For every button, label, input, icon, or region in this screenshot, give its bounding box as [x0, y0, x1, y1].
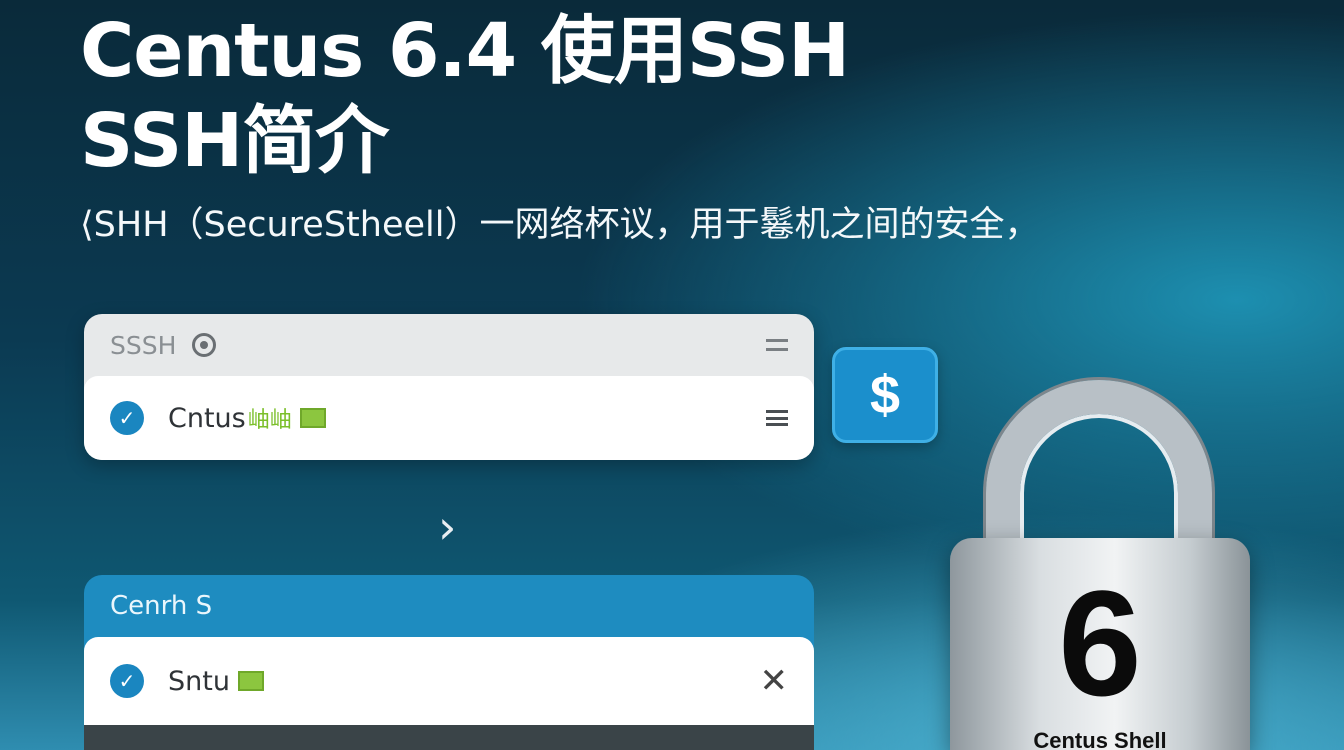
green-box-icon: [299, 408, 326, 428]
headline: Centus 6.4 使用SSH SSH简介: [80, 6, 850, 186]
padlock-digit: 6: [1058, 559, 1142, 727]
list-item-label: Cntus: [168, 402, 246, 434]
menu-icon[interactable]: [766, 339, 788, 351]
list-item[interactable]: ✓ Sntu ✕: [84, 637, 814, 725]
ssh-card: SSSH ✓ Cntus 岫岫: [84, 314, 814, 460]
padlock-caption: Centus Shell: [1033, 728, 1167, 750]
ssh-card-title: SSSH: [110, 330, 177, 360]
headline-line-2: SSH简介: [80, 98, 389, 184]
centus-card: Cenrh S ✓ Sntu ✕: [84, 575, 814, 750]
list-item-label: Sntu: [168, 665, 230, 697]
chevron-right-icon[interactable]: ›: [438, 500, 456, 554]
close-icon[interactable]: ✕: [760, 661, 789, 701]
check-icon[interactable]: ✓: [110, 664, 144, 698]
card-footer: [84, 725, 814, 750]
centus-card-title: Cenrh S: [110, 591, 213, 621]
headline-line-1: Centus 6.4 使用SSH: [80, 8, 850, 94]
green-box-icon: [237, 671, 264, 691]
subtitle: ⟨SHH（SecureStheell）一网络杯议，用于鬈机之间的安全，: [80, 205, 1040, 245]
info-icon[interactable]: [192, 333, 217, 357]
list-item[interactable]: ✓ Cntus 岫岫: [84, 376, 814, 460]
padlock-image: 6 Centus Shell: [950, 380, 1250, 750]
drag-handle-icon[interactable]: [766, 410, 788, 426]
dollar-button[interactable]: $: [832, 347, 938, 443]
list-item-tag: 岫岫: [247, 407, 292, 432]
ssh-card-header: SSSH: [84, 314, 814, 376]
check-icon[interactable]: ✓: [110, 401, 144, 435]
